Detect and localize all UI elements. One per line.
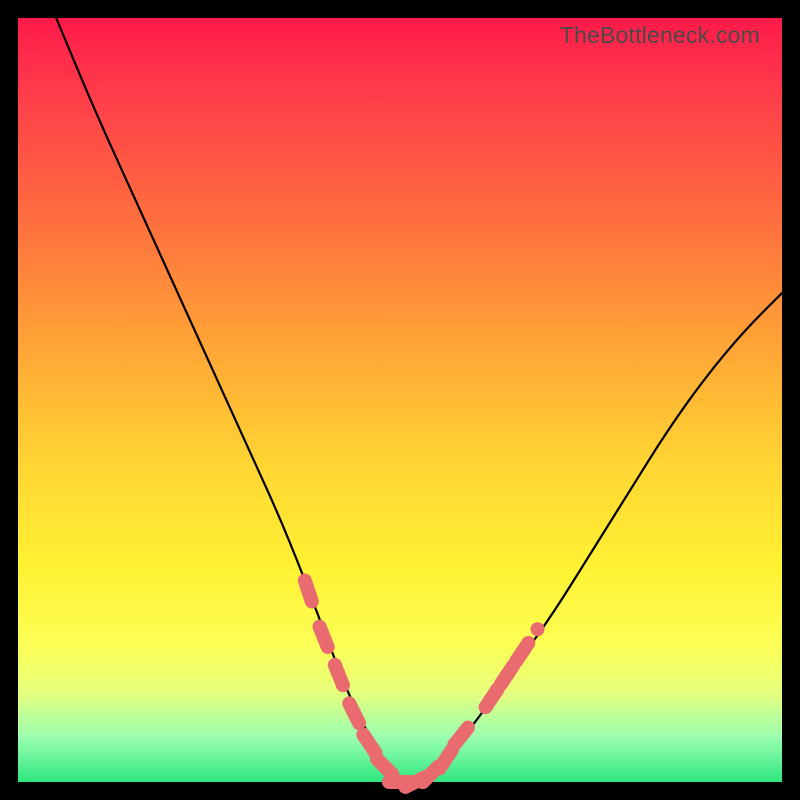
highlight-dot	[335, 665, 343, 685]
highlight-dot	[363, 735, 375, 753]
highlight-dot	[516, 643, 528, 661]
chart-svg	[18, 18, 782, 782]
highlight-dot	[377, 759, 393, 775]
highlight-dot	[486, 689, 498, 707]
highlight-dot	[440, 750, 452, 768]
highlight-dots-group	[305, 581, 538, 787]
highlight-dot	[305, 581, 312, 602]
highlight-dot	[454, 728, 468, 745]
bottleneck-curve	[56, 18, 782, 782]
highlight-dot	[320, 627, 328, 647]
chart-frame: TheBottleneck.com	[18, 18, 782, 782]
watermark-text: TheBottleneck.com	[560, 22, 760, 49]
highlight-dot	[501, 666, 513, 684]
highlight-dot	[349, 703, 359, 723]
